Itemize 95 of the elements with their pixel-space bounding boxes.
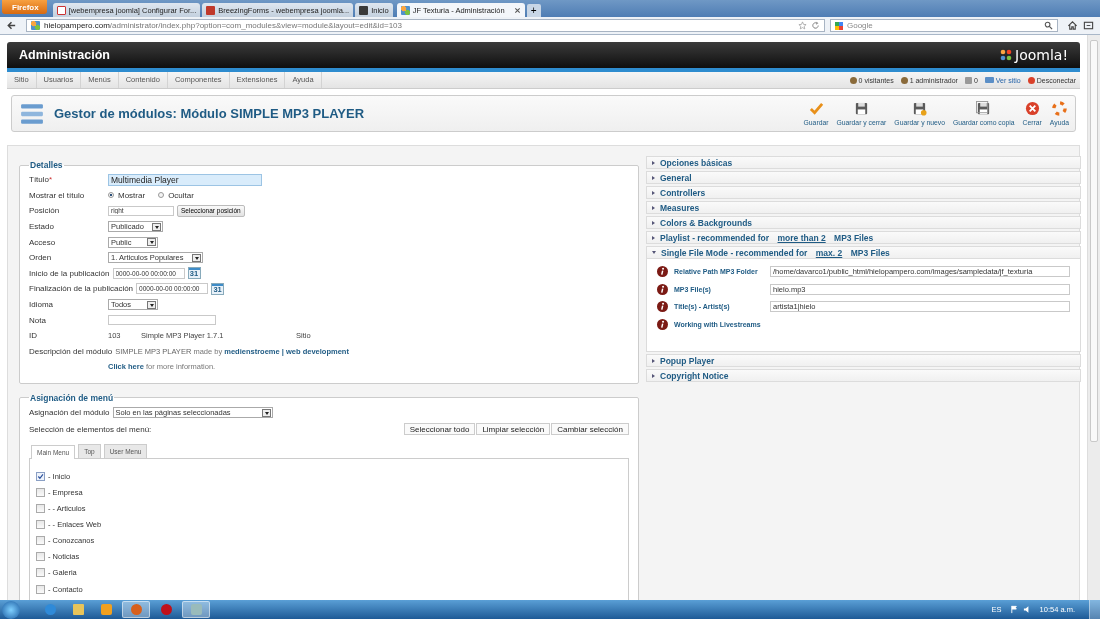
note-input[interactable] [108, 315, 216, 326]
app-icon [190, 604, 202, 615]
triangle-right-icon [652, 175, 655, 180]
checkbox[interactable] [36, 504, 45, 514]
field-label: Orden [29, 253, 53, 263]
section-legend: Asignación de menú [29, 392, 115, 403]
checkbox[interactable] [36, 487, 45, 497]
triangle-right-icon [652, 235, 655, 240]
accordion-header[interactable]: Opciones básicas [646, 156, 1081, 169]
triangle-right-icon [652, 205, 655, 210]
scrollbar[interactable] [1087, 35, 1100, 600]
favicon-icon [56, 5, 66, 15]
field-label: Asignación del módulo [29, 408, 110, 417]
section-legend: Detalles [29, 160, 64, 170]
field-label: Inicio de la publicación [29, 268, 110, 278]
favicon-icon [400, 5, 410, 15]
field-label: Descripción del módulo [29, 346, 113, 356]
field-label: Acceso [29, 237, 57, 247]
media-player-icon [100, 604, 112, 615]
triangle-right-icon [652, 373, 655, 378]
logo[interactable]: Joomla! [999, 47, 1068, 63]
new-tab-button[interactable]: + [526, 4, 541, 17]
close-icon [1024, 101, 1040, 116]
triangle-down-icon [652, 251, 656, 254]
info-icon [657, 266, 668, 278]
monitor-icon [984, 77, 994, 83]
app-icon [44, 604, 56, 615]
radio-option[interactable]: Mostrar [108, 190, 146, 200]
field-label: Mostrar el título [29, 190, 86, 200]
info-icon [657, 283, 668, 295]
accordion-header[interactable]: General [646, 171, 1081, 184]
selection-button[interactable]: Seleccionar todo [403, 423, 476, 436]
field-label: Finalización de la publicación [29, 284, 134, 294]
favicon-icon [359, 5, 369, 15]
field-label: Selección de elementos del menú: [29, 424, 152, 434]
placeholder-text: Google [847, 21, 874, 30]
accordion-header[interactable]: Controllers [646, 186, 1081, 199]
checkbox[interactable] [36, 520, 45, 530]
accordion-header[interactable]: Playlist - recommended for more than 2 MP3 Files [646, 231, 1081, 244]
checkbox[interactable] [36, 568, 45, 578]
triangle-right-icon [652, 220, 655, 225]
flag-icon[interactable] [1009, 605, 1019, 614]
radio-option[interactable]: Ocultar [158, 190, 194, 200]
radio-button[interactable] [108, 192, 114, 199]
triangle-right-icon [652, 160, 655, 165]
page-title: Gestor de módulos: Módulo SIMPLE MP3 PLAYER [54, 106, 365, 121]
accordion-header[interactable]: Copyright Notice [646, 369, 1081, 382]
admin-title: Administración [19, 48, 110, 62]
field-label: ID [29, 331, 38, 341]
show-desktop-button[interactable] [1089, 600, 1100, 619]
star-icon[interactable] [798, 21, 807, 30]
accordion-header[interactable]: Measures [646, 201, 1081, 214]
accordion-header[interactable]: Single File Mode - recommended for max. 2 MP3 Files [646, 246, 1081, 259]
title-input[interactable]: Multimedia Player [108, 173, 262, 186]
selection-button[interactable]: Limpiar selección [476, 423, 551, 436]
field-label: Posición [29, 206, 61, 216]
message-icon [964, 76, 972, 84]
accordion-header[interactable]: Colors & Backgrounds [646, 216, 1081, 229]
home-icon[interactable] [1067, 20, 1078, 31]
google-icon [835, 21, 843, 30]
checkbox[interactable] [36, 584, 45, 594]
field-label: Título* [29, 175, 54, 185]
start-button[interactable] [2, 600, 20, 619]
reload-icon[interactable] [811, 21, 820, 30]
floppy-disk-icon [976, 101, 992, 116]
checkbox[interactable] [36, 552, 45, 562]
taskbar-app[interactable] [182, 601, 210, 618]
folder-icon [72, 604, 84, 615]
info-icon [657, 301, 668, 313]
check-icon [808, 101, 824, 116]
logo-icon [999, 48, 1013, 62]
selection-button[interactable]: Cambiar selección [551, 423, 629, 436]
triangle-right-icon [652, 190, 655, 195]
app-icon [160, 604, 172, 615]
close-icon[interactable] [513, 6, 521, 14]
search-field[interactable]: Google [830, 19, 1058, 32]
power-icon [1027, 76, 1035, 84]
field-label: Idioma [29, 300, 54, 310]
info-icon [657, 318, 668, 330]
checkbox[interactable] [36, 471, 45, 481]
back-icon[interactable] [6, 20, 17, 31]
taskbar-app[interactable] [122, 601, 150, 618]
app-icon [130, 604, 142, 615]
field-label: Estado [29, 222, 55, 232]
bookmarks-icon[interactable] [1083, 20, 1094, 31]
search-icon[interactable] [1044, 21, 1053, 30]
checkbox[interactable] [36, 536, 45, 546]
radio-button[interactable] [158, 192, 165, 199]
address-field[interactable]: hielopampero.com/administrator/index.php?option=com_modules&view=module&layout=edit&id=103 [26, 19, 825, 32]
module-icon [20, 101, 44, 126]
favicon-icon [31, 21, 40, 30]
accordion-header[interactable]: Popup Player [646, 354, 1081, 367]
favicon-icon [206, 5, 216, 15]
field-label: Nota [29, 315, 47, 325]
triangle-right-icon [652, 358, 655, 363]
